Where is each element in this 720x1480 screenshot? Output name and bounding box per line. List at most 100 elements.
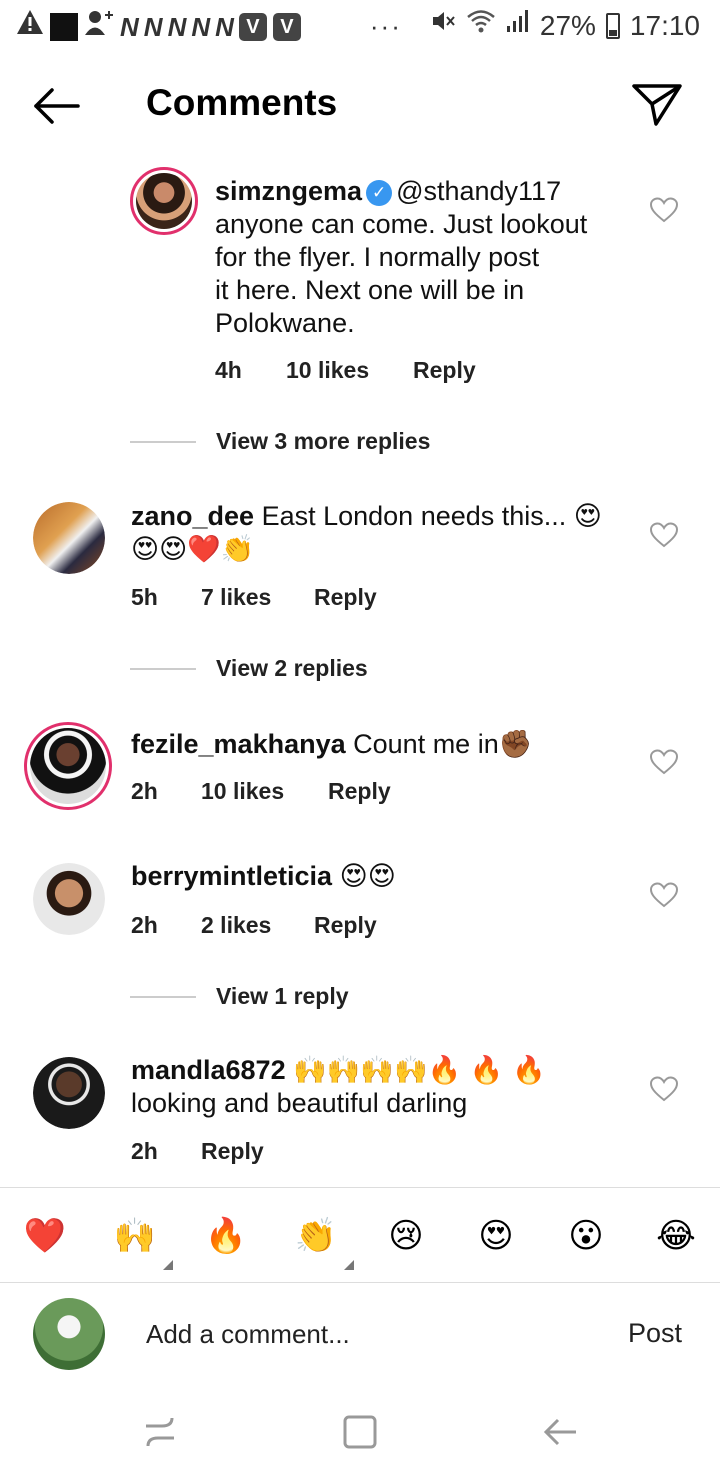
comment-time: 2h xyxy=(131,1138,158,1164)
replies-divider xyxy=(130,440,196,443)
page-title: Comments xyxy=(146,82,338,123)
comment-username[interactable]: berrymintleticia xyxy=(131,861,332,891)
comment-body: berrymintleticia 😍😍 xyxy=(131,860,621,893)
comment-input[interactable] xyxy=(146,1314,586,1354)
signal-icon xyxy=(506,8,530,44)
comment-body: zano_dee East London needs this... 😍 😍😍❤… xyxy=(131,500,621,566)
recent-apps-icon xyxy=(146,1417,174,1447)
reply-button[interactable]: Reply xyxy=(314,584,377,611)
comment-body: mandla6872 🙌🙌🙌🙌🔥 🔥 🔥 looking and beautif… xyxy=(131,1054,631,1120)
warning-icon xyxy=(16,9,44,45)
replies-divider xyxy=(130,995,196,998)
view-replies-label[interactable]: View 3 more replies xyxy=(216,428,430,455)
mute-icon xyxy=(430,8,456,44)
status-bar-notifications: N N N N N V V xyxy=(16,8,301,46)
more-notifications-icon: ··· xyxy=(369,10,402,41)
comment-text: it here. Next one will be in xyxy=(215,275,525,305)
comment-username[interactable]: mandla6872 xyxy=(131,1055,286,1085)
comment-emoji: 😍 xyxy=(573,501,602,532)
comment-meta: 4h 10 likes Reply xyxy=(215,357,476,384)
system-back-button[interactable] xyxy=(540,1412,580,1452)
recent-apps-button[interactable] xyxy=(140,1412,180,1452)
view-replies-label[interactable]: View 2 replies xyxy=(216,655,368,682)
status-bar-system: ··· 27% 17:10 xyxy=(370,8,700,44)
share-button[interactable] xyxy=(630,80,684,128)
comment-meta: 2h Reply xyxy=(131,1138,264,1165)
view-replies-label[interactable]: View 1 reply xyxy=(216,983,349,1010)
emoji-heart-button[interactable]: ❤️ xyxy=(15,1206,75,1266)
view-replies[interactable]: View 1 reply xyxy=(130,983,349,1010)
comment-meta: 5h 7 likes Reply xyxy=(131,584,377,611)
like-heart-icon[interactable] xyxy=(649,197,679,223)
post-button[interactable]: Post xyxy=(628,1318,682,1349)
comment-emoji: 🙌🙌🙌🙌🔥 🔥 🔥 xyxy=(293,1055,546,1086)
home-icon xyxy=(343,1415,377,1449)
comment-text: Count me in xyxy=(353,729,499,759)
avatar[interactable] xyxy=(33,502,105,574)
avatar[interactable] xyxy=(24,722,112,810)
emoji-reaction-bar: ❤️ 🙌 🔥 👏 😢 😍 😮 😂 xyxy=(0,1187,720,1283)
likes-count[interactable]: 7 likes xyxy=(201,584,314,611)
current-user-avatar xyxy=(33,1298,105,1370)
verified-badge-icon: ✓ xyxy=(366,180,393,206)
comment-time: 5h xyxy=(131,584,158,610)
avatar[interactable] xyxy=(130,167,198,235)
emoji-raising-hands-button[interactable]: 🙌 xyxy=(105,1206,173,1270)
battery-percent: 27% xyxy=(539,10,596,41)
reply-button[interactable]: Reply xyxy=(328,778,391,805)
view-replies[interactable]: View 2 replies xyxy=(130,655,368,682)
comment-meta: 2h 10 likes Reply xyxy=(131,778,391,805)
comment-emoji: ✊🏾 xyxy=(498,729,533,760)
comment-text: East London needs this... xyxy=(261,501,567,531)
notification-v-icon: V xyxy=(272,13,301,41)
reply-button[interactable]: Reply xyxy=(201,1138,264,1165)
emoji-surprised-button[interactable]: 😮 xyxy=(556,1206,616,1266)
send-icon xyxy=(632,84,682,126)
comment-text: @sthandy117 xyxy=(396,176,562,206)
replies-divider xyxy=(130,667,196,670)
comment-username[interactable]: zano_dee xyxy=(131,501,254,531)
likes-count[interactable]: 10 likes xyxy=(286,357,413,384)
comment-time: 4h xyxy=(215,357,242,383)
like-heart-icon[interactable] xyxy=(649,1076,679,1102)
emoji-laughing-button[interactable]: 😂 xyxy=(646,1206,706,1266)
clock: 17:10 xyxy=(629,10,700,41)
comment-text: Polokwane. xyxy=(215,308,355,338)
reply-button[interactable]: Reply xyxy=(314,912,377,939)
likes-count[interactable]: 10 likes xyxy=(201,778,328,805)
comment-body: simzngema ✓ @sthandy117 anyone can come. J… xyxy=(215,175,635,340)
back-button[interactable] xyxy=(28,84,84,128)
emoji-clapping-label: 👏 xyxy=(294,1216,338,1256)
comment-text: anyone can come. Just lookout xyxy=(215,209,588,239)
comment-time: 2h xyxy=(131,912,158,938)
back-arrow-icon xyxy=(34,88,80,124)
likes-count[interactable]: 2 likes xyxy=(201,912,314,939)
like-heart-icon[interactable] xyxy=(649,749,679,775)
comment-username[interactable]: fezile_makhanya xyxy=(131,729,346,759)
like-heart-icon[interactable] xyxy=(649,522,679,548)
home-button[interactable] xyxy=(340,1412,380,1452)
notification-square-icon xyxy=(50,13,78,41)
notification-v-icon: V xyxy=(238,13,267,41)
battery-icon xyxy=(605,13,620,39)
comment-text: for the flyer. I normally post xyxy=(215,242,540,272)
comment-text: looking and beautiful darling xyxy=(131,1088,468,1118)
status-bar: N N N N N V V ··· 27% 17:10 xyxy=(0,0,720,50)
emoji-fire-button[interactable]: 🔥 xyxy=(196,1206,256,1266)
comment-username[interactable]: simzngema xyxy=(215,176,362,206)
system-nav-bar xyxy=(0,1390,720,1480)
skin-tone-indicator-icon xyxy=(344,1260,354,1270)
like-heart-icon[interactable] xyxy=(649,882,679,908)
notification-n-icon: N xyxy=(143,11,163,42)
notification-n-icon: N xyxy=(167,11,187,42)
view-replies[interactable]: View 3 more replies xyxy=(130,428,430,455)
comment-emoji: 😍😍 xyxy=(339,861,396,892)
skin-tone-indicator-icon xyxy=(163,1260,173,1270)
emoji-crying-button[interactable]: 😢 xyxy=(376,1206,436,1266)
avatar[interactable] xyxy=(33,1057,105,1129)
add-contact-icon xyxy=(84,8,114,46)
reply-button[interactable]: Reply xyxy=(413,357,476,384)
avatar[interactable] xyxy=(33,863,105,935)
emoji-clapping-button[interactable]: 👏 xyxy=(286,1206,354,1270)
emoji-heart-eyes-button[interactable]: 😍 xyxy=(466,1206,526,1266)
